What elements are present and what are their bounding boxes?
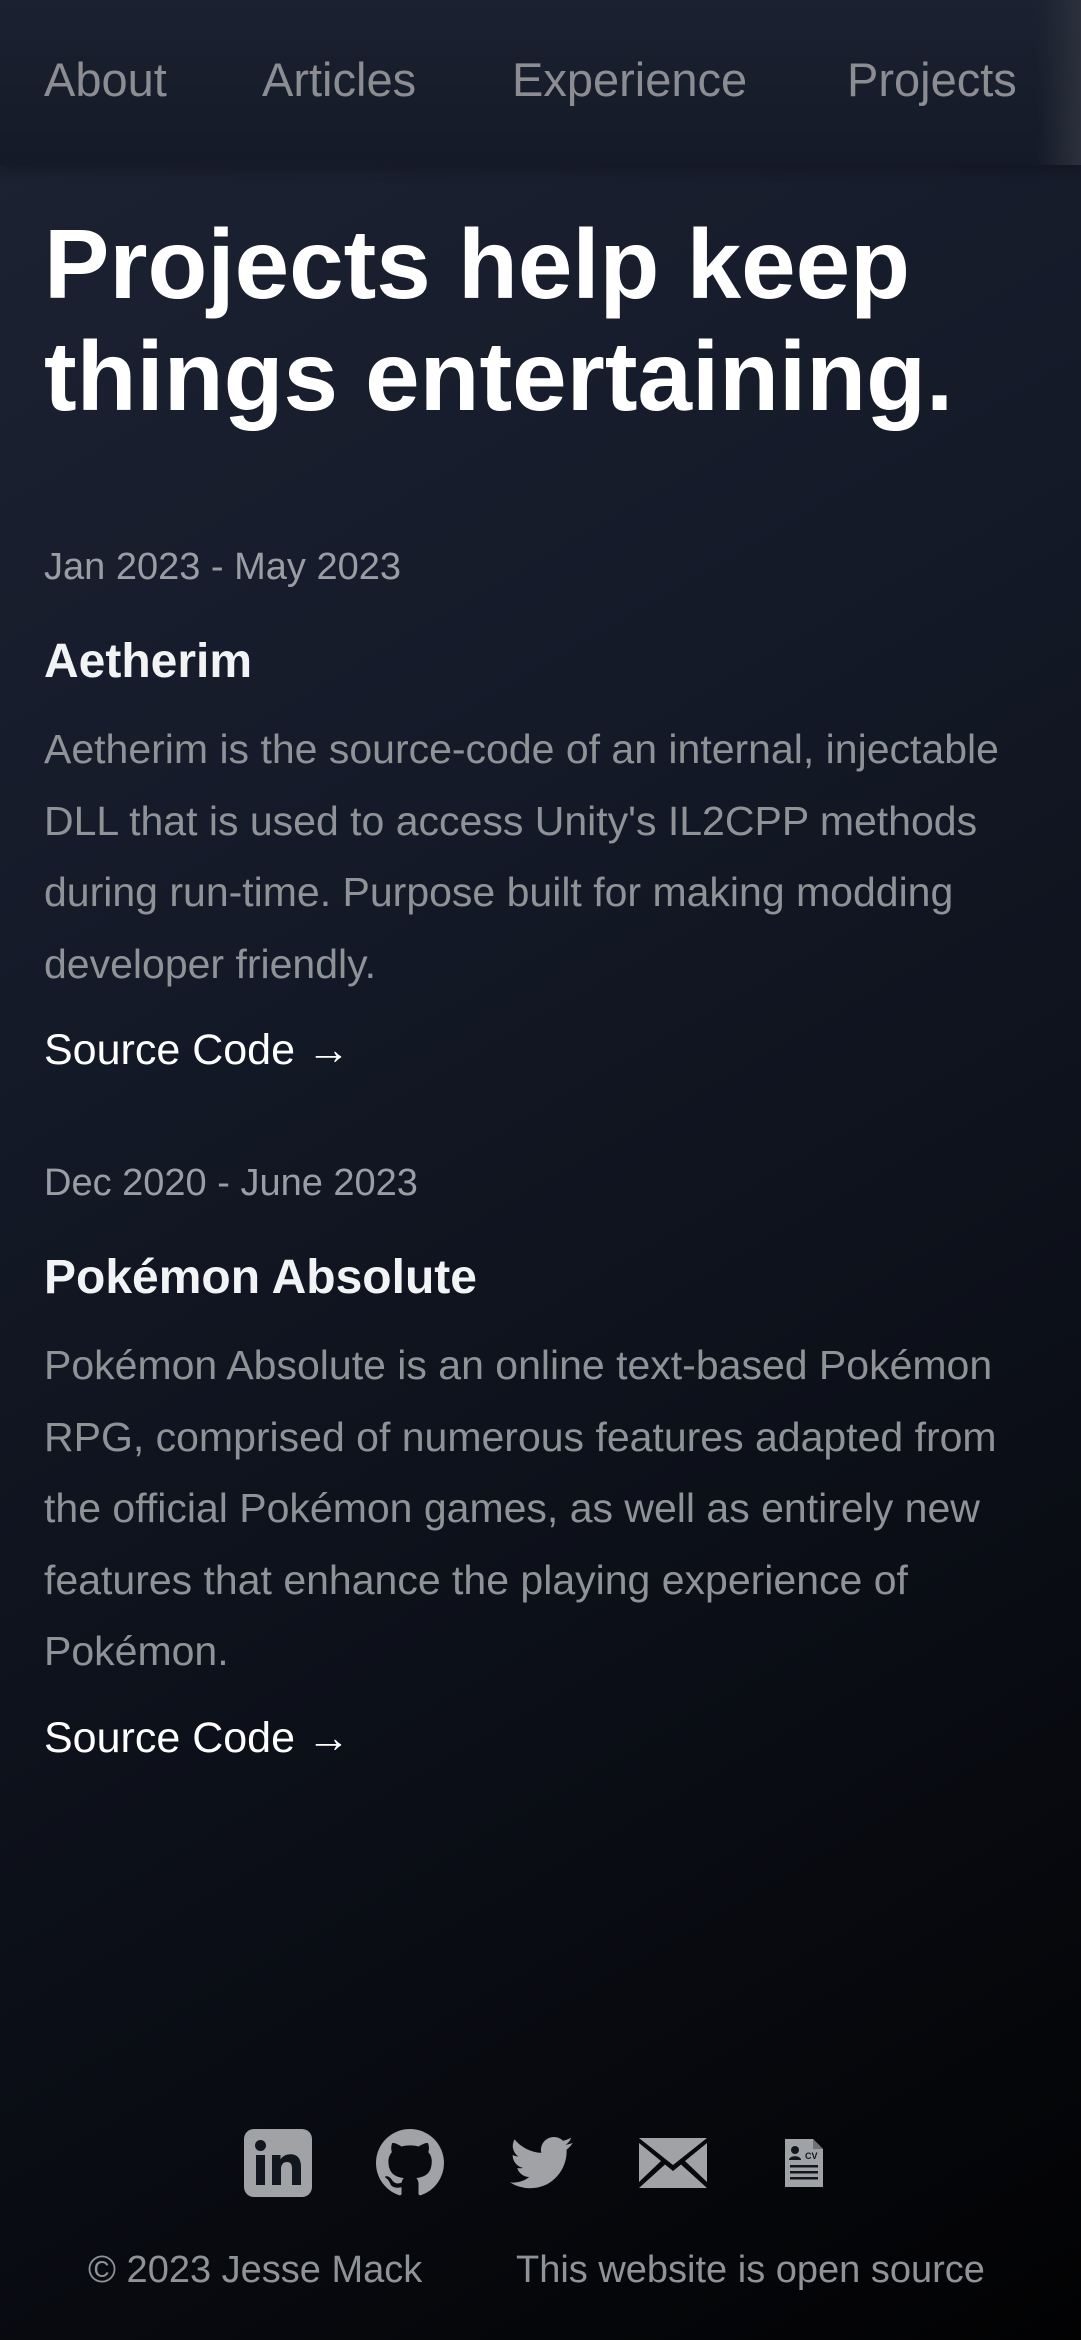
nav-projects[interactable]: Projects: [847, 52, 1017, 108]
project-card-pokemon-absolute: Dec 2020 - June 2023 Pokémon Absolute Po…: [44, 1156, 1044, 1766]
project-date: Jan 2023 - May 2023: [44, 546, 402, 588]
open-source-link[interactable]: This website is open source: [516, 2245, 985, 2295]
nav-about[interactable]: About: [44, 52, 167, 108]
project-title: Pokémon Absolute: [44, 1251, 477, 1304]
github-icon[interactable]: [375, 2128, 445, 2198]
svg-text:CV: CV: [805, 2151, 818, 2161]
project-date: Dec 2020 - June 2023: [44, 1162, 418, 1204]
mail-icon[interactable]: [638, 2128, 708, 2198]
page-headline: Projects help keep things entertaining.: [44, 209, 954, 431]
source-code-link[interactable]: Source Code →: [44, 1022, 350, 1078]
top-navigation: About Articles Experience Projects: [0, 0, 1081, 165]
nav-experience[interactable]: Experience: [512, 52, 747, 108]
project-description: Aetherim is the source-code of an intern…: [44, 726, 999, 987]
footer-copyright: © 2023 Jesse Mack: [88, 2249, 423, 2291]
twitter-icon[interactable]: [509, 2128, 575, 2198]
project-card-aetherim: Jan 2023 - May 2023 Aetherim Aetherim is…: [44, 540, 1044, 1078]
linkedin-icon[interactable]: [244, 2128, 312, 2198]
nav-scroll-fade: [1037, 0, 1081, 165]
nav-articles[interactable]: Articles: [262, 52, 416, 108]
source-code-link[interactable]: Source Code →: [44, 1710, 350, 1766]
cv-document-icon[interactable]: CV: [783, 2128, 825, 2198]
project-description: Pokémon Absolute is an online text-based…: [44, 1342, 997, 1674]
project-title: Aetherim: [44, 635, 253, 688]
